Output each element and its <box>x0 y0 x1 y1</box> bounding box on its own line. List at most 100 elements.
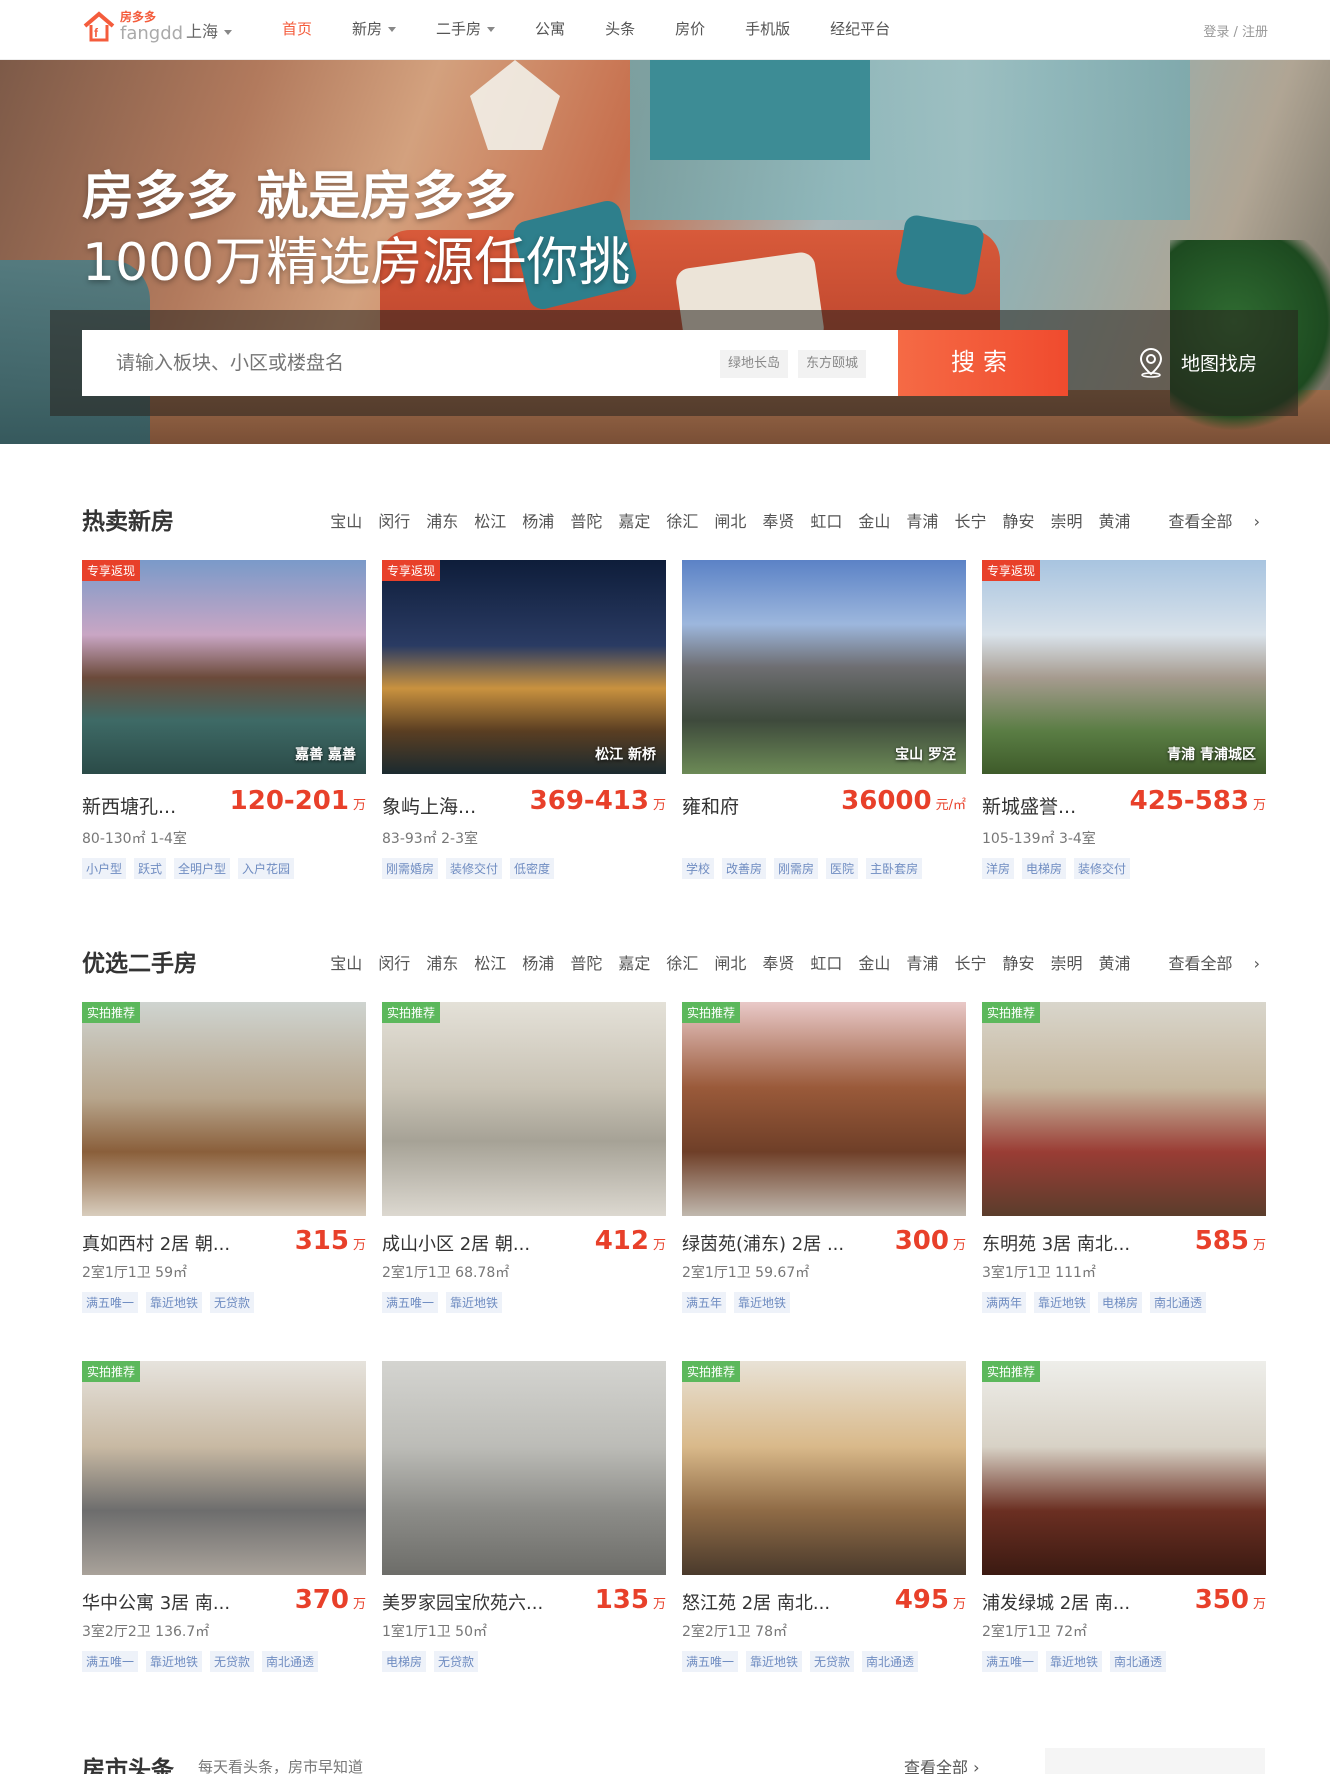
district-link[interactable]: 嘉定 <box>618 950 650 974</box>
property-photo[interactable]: 专享返现 松江 新桥 <box>382 560 666 774</box>
property-photo[interactable]: 实拍推荐 <box>382 1002 666 1216</box>
property-photo[interactable]: 实拍推荐 <box>982 1002 1266 1216</box>
map-search-link[interactable]: 地图找房 <box>1135 346 1257 378</box>
second-hand-card[interactable]: 实拍推荐 东明苑 3居 南北... 585 万 3室1厅1卫 111㎡ 满两年 靠近地铁 电梯… <box>982 1002 1266 1313</box>
nav-item[interactable]: 房价 <box>675 18 705 39</box>
district-link[interactable]: 虹口 <box>810 508 842 532</box>
property-name[interactable]: 新城盛誉... <box>982 792 1076 819</box>
second-hand-card[interactable]: 美罗家园宝欣苑六... 135 万 1室1厅1卫 50㎡ 电梯房 无贷款 <box>382 1361 666 1672</box>
nav-item[interactable]: 手机版 <box>745 18 790 39</box>
see-all-link[interactable]: 查看全部 › <box>1153 508 1261 532</box>
nav-item[interactable]: 经纪平台 <box>830 18 890 39</box>
second-hand-card[interactable]: 实拍推荐 浦发绿城 2居 南... 350 万 2室1厅1卫 72㎡ 满五唯一 靠近地铁 南北… <box>982 1361 1266 1672</box>
property-name[interactable]: 美罗家园宝欣苑六... <box>382 1589 543 1615</box>
district-link[interactable]: 杨浦 <box>522 950 554 974</box>
site-logo[interactable]: f 房多多 fangdd <box>82 10 183 44</box>
see-all-link[interactable]: 查看全部 › <box>1153 950 1261 974</box>
property-name[interactable]: 新西塘孔... <box>82 792 176 819</box>
district-link[interactable]: 浦东 <box>426 950 458 974</box>
district-link[interactable]: 松江 <box>474 508 506 532</box>
district-link[interactable]: 松江 <box>474 950 506 974</box>
price-unit: 万 <box>352 1238 366 1253</box>
property-name[interactable]: 雍和府 <box>682 792 739 819</box>
property-photo[interactable]: 专享返现 青浦 青浦城区 <box>982 560 1266 774</box>
district-link[interactable]: 闵行 <box>378 508 410 532</box>
district-link[interactable]: 金山 <box>858 950 890 974</box>
property-photo[interactable]: 实拍推荐 <box>982 1361 1266 1575</box>
property-name[interactable]: 象屿上海... <box>382 792 476 819</box>
property-photo[interactable] <box>382 1361 666 1575</box>
feature-tag: 无贷款 <box>210 1651 255 1672</box>
district-link[interactable]: 奉贤 <box>762 508 794 532</box>
district-link[interactable]: 宝山 <box>330 950 362 974</box>
property-photo[interactable]: 实拍推荐 <box>682 1002 966 1216</box>
new-home-card[interactable]: 专享返现 松江 新桥 象屿上海... 369-413 万 83-93㎡ 2-3室 刚需婚房装… <box>382 560 666 879</box>
district-link[interactable]: 浦东 <box>426 508 458 532</box>
feature-tag: 满五唯一 <box>982 1651 1039 1672</box>
city-selector[interactable]: 上海 <box>186 18 233 42</box>
district-link[interactable]: 黄浦 <box>1098 508 1130 532</box>
new-home-card[interactable]: 专享返现 嘉善 嘉善 新西塘孔... 120-201 万 80-130㎡ 1-4室 小户型跃… <box>82 560 366 879</box>
property-photo[interactable]: 专享返现 嘉善 嘉善 <box>82 560 366 774</box>
hot-search-chip[interactable]: 东方颐城 <box>798 350 867 378</box>
second-hand-card[interactable]: 实拍推荐 真如西村 2居 朝... 315 万 2室1厅1卫 59㎡ 满五唯一 靠近地铁 无贷… <box>82 1002 366 1313</box>
search-input[interactable] <box>116 352 576 374</box>
district-link[interactable]: 崇明 <box>1050 950 1082 974</box>
tag-list: 满五年 靠近地铁 <box>682 1292 798 1313</box>
tag-list: 洋房 电梯房 装修交付 <box>982 858 1138 879</box>
nav-item[interactable]: 首页 <box>282 18 312 39</box>
district-link[interactable]: 宝山 <box>330 508 362 532</box>
property-name[interactable]: 怒江苑 2居 南北... <box>682 1589 830 1615</box>
property-name[interactable]: 绿茵苑(浦东) 2居 ... <box>682 1230 844 1256</box>
new-home-card[interactable]: 宝山 罗泾 雍和府 36000 元/㎡ 学校 改善房 刚需房 医院 主卧套房 <box>682 560 966 879</box>
district-link[interactable]: 徐汇 <box>666 950 698 974</box>
district-link[interactable]: 青浦 <box>906 508 938 532</box>
district-link[interactable]: 徐汇 <box>666 508 698 532</box>
district-link[interactable]: 普陀 <box>570 508 602 532</box>
new-home-card[interactable]: 专享返现 青浦 青浦城区 新城盛誉... 425-583 万 105-139㎡ 3-4室洋… <box>982 560 1266 879</box>
district-link[interactable]: 杨浦 <box>522 508 554 532</box>
search-button[interactable]: 搜索 <box>898 330 1068 396</box>
second-hand-card[interactable]: 实拍推荐 绿茵苑(浦东) 2居 ... 300 万 2室1厅1卫 59.67㎡ 满五年 靠近… <box>682 1002 966 1313</box>
property-spec: 3室2厅2卫 136.7㎡ <box>82 1624 210 1640</box>
district-link[interactable]: 奉贤 <box>762 950 794 974</box>
nav-item[interactable]: 公寓 <box>535 18 565 39</box>
second-hand-card[interactable]: 实拍推荐 成山小区 2居 朝... 412 万 2室1厅1卫 68.78㎡ 满五唯一 靠近地… <box>382 1002 666 1313</box>
nav-item[interactable]: 头条 <box>605 18 635 39</box>
second-hand-card[interactable]: 实拍推荐 华中公寓 3居 南... 370 万 3室2厅2卫 136.7㎡ 满五唯一 靠近地… <box>82 1361 366 1672</box>
feature-tag: 小户型 <box>82 858 127 879</box>
district-link[interactable]: 闸北 <box>714 950 746 974</box>
news-see-all-link[interactable]: 查看全部 › <box>904 1754 980 1774</box>
district-link[interactable]: 长宁 <box>954 508 986 532</box>
district-link[interactable]: 崇明 <box>1050 508 1082 532</box>
property-photo[interactable]: 宝山 罗泾 <box>682 560 966 774</box>
property-photo[interactable]: 实拍推荐 <box>82 1361 366 1575</box>
property-photo[interactable]: 实拍推荐 <box>82 1002 366 1216</box>
login-register-link[interactable]: 登录 / 注册 <box>1203 21 1268 40</box>
feature-tag: 刚需房 <box>774 858 819 879</box>
district-link[interactable]: 闵行 <box>378 950 410 974</box>
second-hand-card[interactable]: 实拍推荐 怒江苑 2居 南北... 495 万 2室2厅1卫 78㎡ 满五唯一 靠近地铁 无贷… <box>682 1361 966 1672</box>
see-all-label: 查看全部 <box>1168 954 1233 973</box>
property-name[interactable]: 东明苑 3居 南北... <box>982 1230 1130 1256</box>
property-name[interactable]: 成山小区 2居 朝... <box>382 1230 530 1256</box>
property-name[interactable]: 浦发绿城 2居 南... <box>982 1589 1130 1615</box>
district-link[interactable]: 长宁 <box>954 950 986 974</box>
nav-item[interactable]: 新房 <box>352 18 397 39</box>
nav-item[interactable]: 二手房 <box>436 18 496 39</box>
property-name[interactable]: 华中公寓 3居 南... <box>82 1589 230 1615</box>
district-link[interactable]: 虹口 <box>810 950 842 974</box>
district-link[interactable]: 金山 <box>858 508 890 532</box>
district-link[interactable]: 嘉定 <box>618 508 650 532</box>
property-photo[interactable]: 实拍推荐 <box>682 1361 966 1575</box>
district-link[interactable]: 闸北 <box>714 508 746 532</box>
district-link[interactable]: 静安 <box>1002 508 1034 532</box>
district-link[interactable]: 静安 <box>1002 950 1034 974</box>
district-link[interactable]: 黄浦 <box>1098 950 1130 974</box>
district-link[interactable]: 青浦 <box>906 950 938 974</box>
property-name[interactable]: 真如西村 2居 朝... <box>82 1230 230 1256</box>
property-spec: 2室1厅1卫 59㎡ <box>82 1265 187 1281</box>
news-see-all-label: 查看全部 <box>904 1758 969 1774</box>
district-link[interactable]: 普陀 <box>570 950 602 974</box>
hot-search-chip[interactable]: 绿地长岛 <box>720 350 789 378</box>
